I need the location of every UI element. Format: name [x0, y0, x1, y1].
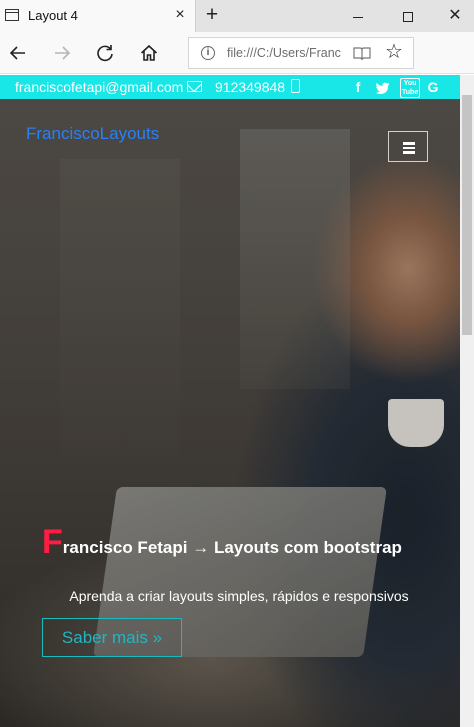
- back-icon: [9, 46, 25, 60]
- new-tab-button[interactable]: +: [202, 4, 222, 26]
- browser-toolbar: i file:///C:/Users/Franc ☆: [0, 32, 474, 74]
- back-button[interactable]: [7, 42, 29, 64]
- tab-bar: Layout 4 × + ✕: [0, 0, 474, 32]
- forward-icon: [55, 46, 71, 60]
- hero-title-text: rancisco Fetapi → Layouts com bootstrap: [62, 538, 402, 557]
- contact-topbar: franciscofetapi@gmail.com 912349848 f Yo…: [0, 75, 460, 99]
- contact-phone[interactable]: 912349848: [215, 79, 285, 95]
- youtube-icon[interactable]: You Tube: [400, 78, 421, 99]
- info-icon[interactable]: i: [201, 46, 215, 60]
- page-scrollbar[interactable]: [460, 75, 474, 727]
- hero-subtitle: Aprenda a criar layouts simples, rápidos…: [69, 588, 409, 604]
- reload-icon: [97, 45, 113, 62]
- hero-section: FranciscoLayouts Francisco Fetapi → Layo…: [0, 99, 460, 727]
- scrollbar-thumb[interactable]: [462, 95, 472, 335]
- page-viewport: franciscofetapi@gmail.com 912349848 f Yo…: [0, 75, 460, 727]
- hamburger-icon[interactable]: [388, 131, 428, 162]
- google-icon[interactable]: G: [426, 78, 440, 96]
- minimize-icon: [353, 16, 363, 18]
- window-close-button[interactable]: ✕: [440, 4, 470, 28]
- tab-title: Layout 4: [28, 8, 78, 23]
- reading-view-icon[interactable]: [353, 46, 371, 61]
- browser-tab[interactable]: Layout 4 ×: [0, 0, 196, 32]
- hero-title: Francisco Fetapi → Layouts com bootstrap: [42, 525, 402, 559]
- home-button[interactable]: [138, 42, 160, 64]
- saber-mais-button[interactable]: Saber mais »: [42, 618, 182, 657]
- facebook-icon[interactable]: f: [352, 78, 364, 96]
- forward-button[interactable]: [51, 42, 73, 64]
- address-bar[interactable]: i file:///C:/Users/Franc: [188, 37, 414, 69]
- home-icon: [140, 44, 158, 61]
- window-maximize-button[interactable]: [393, 4, 423, 28]
- maximize-icon: [403, 12, 413, 23]
- twitter-icon[interactable]: [374, 78, 390, 96]
- phone-icon: [291, 79, 300, 93]
- url-text[interactable]: file:///C:/Users/Franc: [227, 46, 347, 60]
- star-icon[interactable]: ☆: [384, 42, 404, 62]
- window-minimize-button[interactable]: [343, 4, 373, 28]
- tab-close-icon[interactable]: ×: [172, 6, 188, 24]
- reload-button[interactable]: [94, 42, 116, 64]
- tab-page-icon: [5, 9, 19, 21]
- mail-icon: [187, 81, 202, 92]
- navbar-brand[interactable]: FranciscoLayouts: [26, 124, 159, 144]
- hero-title-initial: F: [42, 523, 63, 561]
- contact-email[interactable]: franciscofetapi@gmail.com: [15, 79, 183, 95]
